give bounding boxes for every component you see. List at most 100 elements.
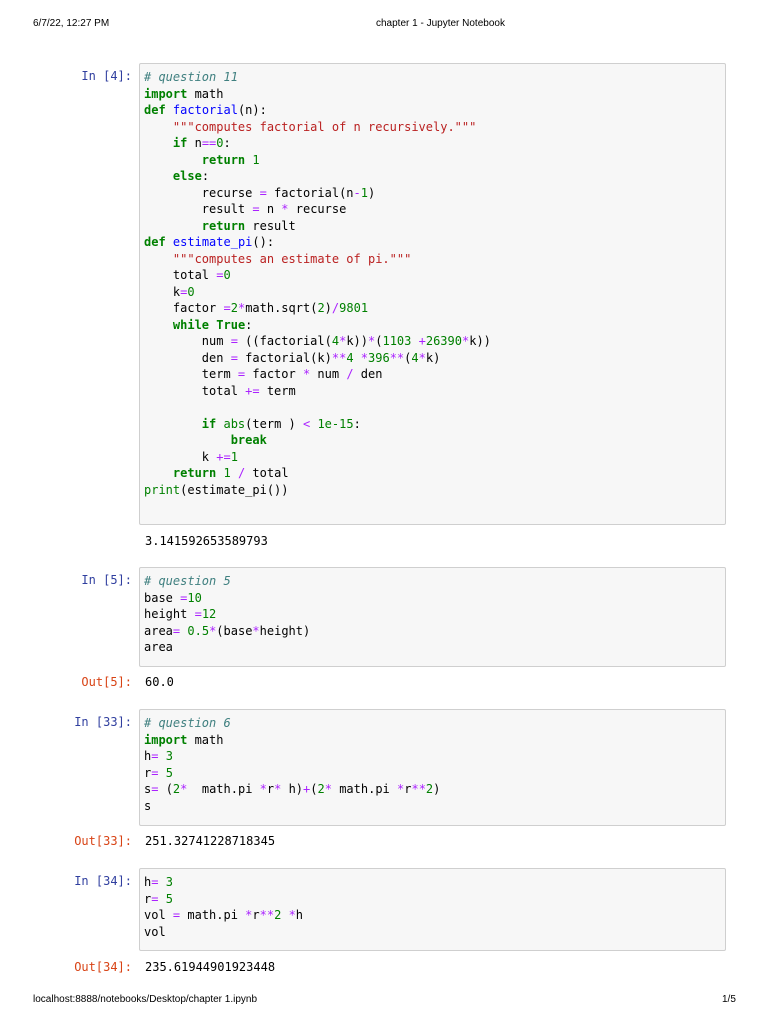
code-token: 396: [368, 350, 390, 365]
output-text: 3.141592653589793: [145, 534, 268, 548]
code-line: vol: [144, 924, 721, 941]
code-token: # question 6: [144, 716, 231, 730]
code-token: ((factorial(: [237, 334, 332, 348]
code-token: if: [201, 416, 217, 431]
code-line: break: [144, 432, 721, 449]
code-token: factor: [144, 301, 224, 315]
code-line: term = factor * num / den: [144, 366, 721, 383]
code-token: /: [346, 367, 354, 381]
code-token: term: [144, 367, 238, 381]
code-token: h): [281, 782, 304, 796]
code-token: base: [144, 590, 181, 605]
code-token: 1103: [382, 334, 412, 348]
code-token: vol: [144, 908, 173, 922]
print-datetime: 6/7/22, 12:27 PM: [33, 18, 110, 29]
code-token: 12: [201, 607, 217, 621]
output-text: 235.61944901923448: [145, 960, 276, 974]
code-input-area[interactable]: # question 11 import math def factorial(n)…: [139, 63, 726, 525]
code-line: """computes an estimate of pi.""": [144, 251, 721, 268]
code-token: (estimate_pi()): [180, 482, 289, 497]
code-line: num = ((factorial(4*k))*(1103 +26390*k)): [144, 333, 721, 350]
input-prompt: In [5]:: [81, 573, 132, 587]
code-token: 26390: [425, 334, 462, 348]
code-token: 3: [165, 749, 173, 763]
code-token: 9801: [339, 301, 369, 315]
code-input-area[interactable]: # question 5 base =10 height =12 area= 0.5*…: [139, 567, 726, 667]
code-token: **: [389, 350, 405, 365]
code-token: ): [368, 185, 376, 200]
code-token: 1e-15: [317, 416, 354, 431]
code-token: recurse: [144, 185, 260, 200]
page-title: chapter 1 - Jupyter Notebook: [376, 18, 505, 29]
code-line: while True:: [144, 317, 721, 334]
input-prompt: In [34]:: [74, 874, 132, 888]
code-line: def estimate_pi():: [144, 234, 721, 251]
code-line: r= 5: [144, 891, 721, 908]
code-token: *: [281, 202, 289, 216]
code-token: ==: [201, 136, 217, 150]
code-token: 0: [223, 268, 231, 282]
code-token: ():: [252, 235, 275, 249]
code-token: math: [187, 732, 224, 747]
code-token: n: [187, 136, 202, 150]
code-token: +=: [216, 449, 231, 464]
code-token: *: [324, 782, 332, 796]
code-token: :: [353, 416, 361, 431]
input-prompt: In [4]:: [81, 69, 132, 83]
output-prompt: Out[34]:: [74, 960, 132, 974]
code-token: -: [353, 185, 361, 200]
code-token: r: [252, 908, 260, 922]
code-line: import math: [144, 86, 721, 103]
code-token: def: [144, 103, 166, 117]
code-line: result = n * recurse: [144, 201, 721, 218]
code-token: estimate_pi: [172, 235, 253, 249]
code-input-area[interactable]: h= 3 r= 5 vol = math.pi *r**2 *h vol: [139, 868, 726, 951]
code-token: # question 11: [144, 70, 238, 84]
code-token: factor: [245, 367, 303, 381]
code-token: import: [144, 86, 188, 101]
code-token: 10: [187, 590, 202, 605]
code-token: =: [230, 350, 238, 365]
code-line: base =10: [144, 590, 721, 607]
code-token: math.sqrt(: [245, 301, 318, 315]
code-token: (n):: [237, 103, 267, 117]
code-line: factor =2*math.sqrt(2)/9801: [144, 300, 721, 317]
code-token: (: [310, 782, 318, 796]
code-line: den = factorial(k)**4 *396**(4*k): [144, 350, 721, 367]
code-token: ): [433, 782, 441, 796]
code-token: 2: [317, 782, 325, 796]
code-token: =: [259, 185, 267, 200]
code-token: 4: [331, 334, 340, 348]
code-token: import: [144, 732, 188, 747]
code-token: 4: [411, 350, 419, 365]
code-token: den: [353, 367, 383, 381]
code-token: factorial: [172, 103, 238, 117]
code-token: break: [230, 433, 267, 447]
code-token: *: [259, 782, 267, 796]
code-token: 1: [223, 466, 231, 480]
code-line: h= 3: [144, 748, 721, 765]
code-token: math.pi: [180, 908, 246, 922]
code-token: *: [288, 908, 296, 922]
code-input-area[interactable]: # question 6 import math h= 3 r= 5 s= (2* ma…: [139, 709, 726, 826]
code-token: factorial(n: [266, 185, 354, 200]
code-token: return: [172, 466, 217, 480]
code-token: if: [172, 136, 188, 150]
code-line: k +=1: [144, 449, 721, 466]
code-token: total: [144, 268, 217, 282]
code-token: while: [172, 317, 210, 332]
